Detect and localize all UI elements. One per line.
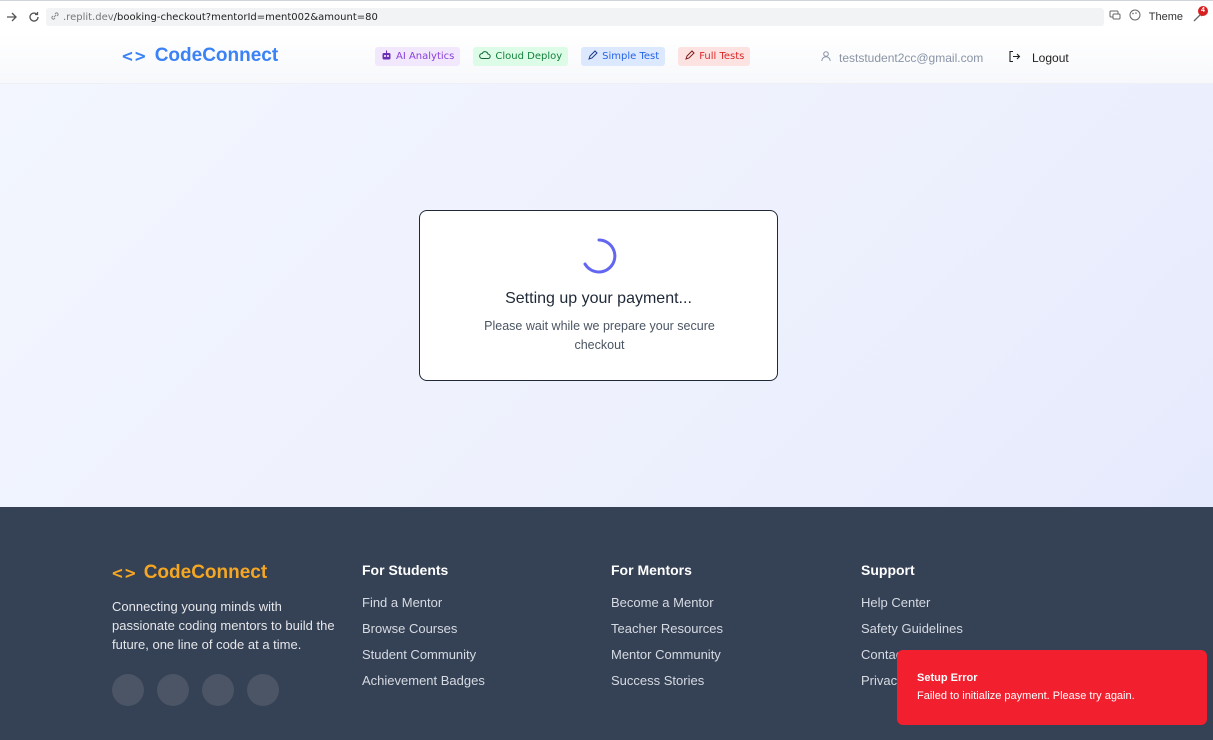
footer-link[interactable]: Mentor Community (611, 647, 723, 673)
footer-link[interactable]: Teacher Resources (611, 621, 723, 647)
footer-link[interactable]: Success Stories (611, 673, 723, 699)
footer-link[interactable]: Help Center (861, 595, 963, 621)
footer-logo[interactable]: <> CodeConnect (112, 562, 267, 584)
user-email: teststudent2cc@gmail.com (839, 50, 984, 65)
footer-column-title: Support (861, 562, 915, 578)
chip-label: Cloud Deploy (495, 51, 563, 62)
social-link-icon[interactable] (247, 674, 279, 706)
error-toast[interactable]: Setup Error Failed to initialize payment… (897, 650, 1207, 725)
footer-link[interactable]: Safety Guidelines (861, 621, 963, 647)
browser-toolbar: .replit.dev/booking-checkout?mentorId=me… (0, 0, 1213, 33)
social-link-icon[interactable] (157, 674, 189, 706)
simple-test-button[interactable]: Simple Test (581, 47, 666, 66)
logout-button[interactable]: Logout (1008, 50, 1069, 66)
card-subtitle: Please wait while we prepare your secure… (484, 319, 715, 352)
logout-label: Logout (1032, 51, 1069, 65)
pencil-icon (684, 49, 695, 64)
url-host: .replit.dev (63, 11, 114, 23)
footer-column-mentors: For Mentors Become a Mentor Teacher Reso… (611, 562, 723, 699)
brand-name: CodeConnect (154, 45, 279, 66)
loading-spinner-icon (583, 238, 617, 274)
brand-logo[interactable]: <> CodeConnect (122, 45, 278, 67)
card-title: Setting up your payment... (505, 290, 692, 307)
url-path: /booking-checkout?mentorId=ment002&amoun… (113, 11, 378, 23)
chip-label: AI Analytics (396, 51, 455, 62)
payment-loading-card: Setting up your payment... Please wait w… (419, 210, 778, 381)
code-brackets-icon: <> (112, 562, 138, 584)
robot-icon (381, 50, 392, 64)
footer-description: Connecting young minds with passionate c… (112, 599, 335, 652)
footer-link[interactable]: Browse Courses (362, 621, 485, 647)
footer-column-title: For Students (362, 562, 449, 578)
reload-icon[interactable] (26, 9, 42, 25)
notification-badge: 4 (1198, 5, 1208, 16)
user-icon (820, 50, 832, 65)
palette-icon[interactable] (1129, 9, 1141, 24)
forward-arrow-icon[interactable] (4, 9, 20, 25)
social-link-icon[interactable] (202, 674, 234, 706)
footer-brand-name: CodeConnect (143, 562, 268, 583)
cloud-deploy-button[interactable]: Cloud Deploy (473, 47, 569, 66)
main-content: Setting up your payment... Please wait w… (0, 84, 1213, 507)
ai-analytics-button[interactable]: AI Analytics (375, 47, 461, 66)
footer-column-title: For Mentors (611, 562, 692, 578)
toast-message: Failed to initialize payment. Please try… (917, 690, 1135, 702)
chip-label: Simple Test (602, 51, 660, 62)
footer-link[interactable]: Achievement Badges (362, 673, 485, 699)
address-bar[interactable]: .replit.dev/booking-checkout?mentorId=me… (46, 8, 1104, 26)
pencil-icon (587, 49, 598, 64)
chat-icon[interactable] (1109, 9, 1121, 24)
footer-link[interactable]: Student Community (362, 647, 485, 673)
cloud-icon (479, 50, 492, 63)
social-link-icon[interactable] (112, 674, 144, 706)
chip-label: Full Tests (699, 51, 745, 62)
logout-icon (1008, 50, 1021, 66)
app-header: <> CodeConnect AI Analytics Cloud Deploy… (0, 33, 1213, 84)
extension-icon[interactable]: 4 (1191, 5, 1208, 24)
footer-link[interactable]: Find a Mentor (362, 595, 485, 621)
footer-link[interactable]: Become a Mentor (611, 595, 723, 621)
code-brackets-icon: <> (122, 45, 148, 67)
link-icon (50, 11, 60, 24)
full-tests-button[interactable]: Full Tests (678, 47, 751, 66)
footer-column-students: For Students Find a Mentor Browse Course… (362, 562, 485, 699)
user-menu[interactable]: teststudent2cc@gmail.com (820, 50, 983, 65)
toast-title: Setup Error (917, 672, 978, 684)
theme-label[interactable]: Theme (1149, 11, 1183, 23)
